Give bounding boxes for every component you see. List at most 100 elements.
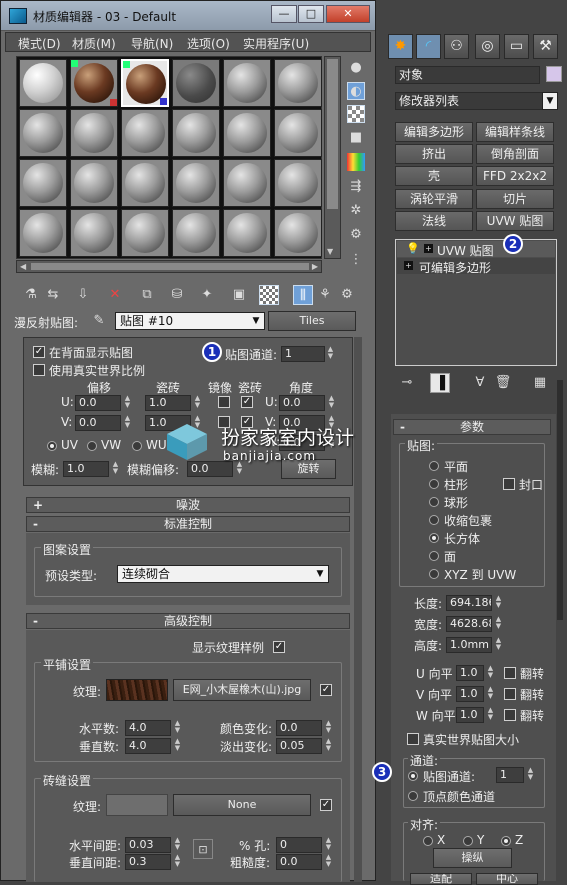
texture-swatch[interactable] [106, 679, 168, 701]
horizontal-gap-input[interactable]: 0.03 [125, 837, 171, 853]
video-color-check-icon[interactable] [347, 153, 365, 171]
go-forward-to-sibling-icon[interactable]: ⚙ [337, 285, 357, 305]
u-angle-spinner[interactable]: ▲ ▼ [327, 395, 336, 411]
vertical-gap-spinner[interactable]: ▲ ▼ [173, 854, 182, 870]
sample-slot[interactable] [172, 159, 220, 207]
grout-enable-checkbox[interactable]: ✓ [320, 799, 332, 811]
holes-spinner[interactable]: ▲ ▼ [324, 837, 333, 853]
edit-poly-button[interactable]: 编辑多边形 [395, 122, 473, 142]
shrink-wrap-radio[interactable] [429, 515, 439, 525]
select-by-material-icon[interactable]: ⚙ [347, 226, 365, 244]
motion-tab[interactable]: ◎ [475, 34, 500, 59]
display-tab[interactable]: ▭ [504, 34, 529, 59]
vert-count-spinner[interactable]: ▲ ▼ [173, 738, 182, 754]
go-to-parent-icon[interactable]: ⚘ [315, 285, 335, 305]
horiz-count-spinner[interactable]: ▲ ▼ [173, 720, 182, 736]
fit-button[interactable]: 适配 [410, 873, 472, 885]
menu-navigation[interactable]: 导航(N) [131, 35, 173, 52]
restore-button[interactable]: □ [298, 5, 324, 23]
sample-slot[interactable] [223, 209, 271, 257]
backlight-icon[interactable]: ◐ [347, 82, 365, 100]
texture-enable-checkbox[interactable]: ✓ [320, 684, 332, 696]
make-unique-icon[interactable]: ⧉ [137, 285, 157, 305]
xyz-to-uvw-radio[interactable] [429, 569, 439, 579]
noise-rollout[interactable]: + 噪波 [26, 497, 350, 513]
uvw-map-channel-spinner[interactable]: ▲ ▼ [526, 767, 535, 783]
cap-checkbox[interactable] [503, 478, 515, 490]
align-x-radio[interactable] [423, 836, 433, 846]
create-tab[interactable]: ✸ [388, 34, 413, 59]
background-icon[interactable] [347, 105, 365, 123]
preset-type-dropdown[interactable]: 连续砌合 ▼ [117, 565, 329, 583]
extrude-button[interactable]: 挤出 [395, 144, 473, 164]
lightbulb-icon[interactable]: 💡 [406, 242, 420, 255]
v-flip-checkbox[interactable] [504, 688, 516, 700]
edit-spline-button[interactable]: 编辑样条线 [476, 122, 554, 142]
command-panel-scrollbar[interactable] [557, 380, 563, 620]
sample-slot[interactable] [19, 59, 67, 107]
manipulate-button[interactable]: 操纵 [433, 848, 512, 868]
bevel-profile-button[interactable]: 倒角剖面 [476, 144, 554, 164]
sample-slot[interactable] [70, 109, 118, 157]
sample-slot[interactable] [19, 159, 67, 207]
shell-button[interactable]: 壳 [395, 166, 473, 186]
center-button[interactable]: 中心 [476, 873, 538, 885]
w-tile-spinner[interactable]: ▲ ▼ [486, 707, 495, 723]
show-map-in-viewport-icon[interactable]: ▣ [229, 285, 249, 305]
sample-slot[interactable] [70, 209, 118, 257]
show-end-result-icon[interactable]: ▐ [430, 373, 450, 393]
stack-item-editable-poly[interactable]: + 可编辑多边形 [397, 258, 555, 275]
height-spinner[interactable]: ▲ ▼ [494, 637, 503, 653]
sample-slot[interactable] [223, 159, 271, 207]
sample-slot[interactable] [172, 109, 220, 157]
length-spinner[interactable]: ▲ ▼ [494, 595, 503, 611]
sample-slot[interactable] [19, 209, 67, 257]
menu-mode[interactable]: 模式(D) [18, 35, 61, 52]
assign-to-selection-icon[interactable]: ⇩ [73, 285, 93, 305]
modify-tab[interactable]: ◜ [416, 34, 441, 59]
show-shaded-material-icon[interactable] [259, 285, 279, 305]
real-world-map-size-checkbox[interactable] [407, 733, 419, 745]
standard-controls-rollout[interactable]: - 标准控制 [26, 516, 350, 532]
vert-count-input[interactable]: 4.0 [125, 738, 171, 754]
u-tile-spinner[interactable]: ▲ ▼ [486, 665, 495, 681]
slice-button[interactable]: 切片 [476, 189, 554, 209]
cylindrical-radio[interactable] [429, 479, 439, 489]
map-type-button[interactable]: Tiles [268, 311, 356, 331]
color-variance-spinner[interactable]: ▲ ▼ [324, 720, 333, 736]
object-name-input[interactable]: 对象 [395, 66, 540, 84]
minimize-button[interactable]: — [271, 5, 297, 23]
modifier-list-dropdown[interactable]: 修改器列表 [395, 92, 543, 110]
title-bar[interactable]: 材质编辑器 - 03 - Default — □ ✕ [1, 1, 375, 31]
blur-input[interactable]: 1.0 [63, 461, 109, 477]
parameters-scrollbar[interactable] [354, 337, 362, 882]
u-offset-spinner[interactable]: ▲ ▼ [123, 395, 132, 411]
horizontal-gap-spinner[interactable]: ▲ ▼ [173, 837, 182, 853]
remove-modifier-icon[interactable]: 🗑 [493, 373, 513, 393]
fade-variance-spinner[interactable]: ▲ ▼ [324, 738, 333, 754]
color-variance-input[interactable]: 0.0 [276, 720, 322, 736]
turbosmooth-button[interactable]: 涡轮平滑 [395, 189, 473, 209]
reset-map-icon[interactable]: ✕ [105, 285, 125, 305]
u-tile-checkbox[interactable]: ✓ [241, 396, 253, 408]
sample-slot-selected[interactable] [121, 59, 169, 107]
real-world-scale-checkbox[interactable] [33, 364, 45, 376]
sample-slot[interactable] [223, 59, 271, 107]
v-offset-spinner[interactable]: ▲ ▼ [123, 415, 132, 431]
chevron-down-icon[interactable]: ▼ [542, 92, 558, 110]
show-end-result-icon[interactable]: ⫼ [293, 285, 313, 305]
holes-input[interactable]: 0 [276, 837, 322, 853]
u-mirror-checkbox[interactable] [218, 396, 230, 408]
parameters-rollout[interactable]: - 参数 [393, 419, 551, 435]
map-channel-spinner[interactable]: ▲ ▼ [326, 346, 335, 362]
u-offset-input[interactable]: 0.0 [75, 395, 121, 411]
stack-item-uvw-map[interactable]: 💡 + UVW 贴图 [397, 241, 555, 258]
box-radio[interactable] [429, 533, 439, 543]
wu-radio[interactable] [132, 441, 142, 451]
v-tile-input[interactable]: 1.0 [456, 686, 484, 702]
ffd-button[interactable]: FFD 2x2x2 [476, 166, 554, 186]
menu-material[interactable]: 材质(M) [72, 35, 116, 52]
sample-slot[interactable] [121, 209, 169, 257]
v-offset-input[interactable]: 0.0 [75, 415, 121, 431]
material-map-navigator-icon[interactable]: ⋮ [347, 251, 365, 269]
